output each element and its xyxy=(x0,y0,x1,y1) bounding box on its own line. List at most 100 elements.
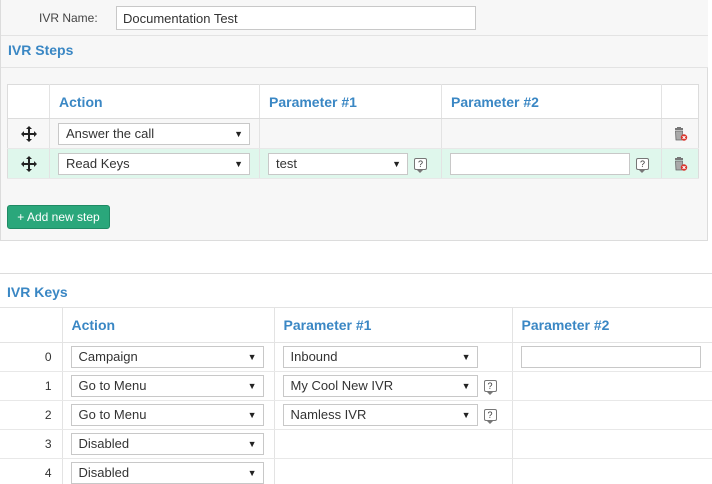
move-arrows-icon[interactable] xyxy=(20,155,38,173)
steps-table: Action Parameter #1 Parameter #2 Answer … xyxy=(7,84,699,179)
keys-section-title: IVR Keys xyxy=(7,284,68,300)
key-action-value: Disabled xyxy=(78,435,130,451)
key-param2-cell xyxy=(512,400,712,430)
key-action-cell: Go to Menu ▼ xyxy=(62,400,275,430)
dropdown-arrow-icon: ▼ xyxy=(247,351,257,362)
help-question-icon[interactable]: ? xyxy=(483,408,497,424)
keys-table: Action Parameter #1 Parameter #2 0 Campa… xyxy=(0,308,712,484)
step-param1-select[interactable]: test ▼ xyxy=(268,152,408,175)
key-param1-value: Namless IVR xyxy=(290,406,367,422)
key-action-select[interactable]: Disabled ▼ xyxy=(70,432,264,455)
key-param1-cell: My Cool New IVR ▼ ? xyxy=(274,371,513,401)
steps-title-bar xyxy=(1,36,708,68)
keys-header-param2: Parameter #2 xyxy=(512,308,712,343)
drag-cell xyxy=(7,148,50,179)
ivr-name-input[interactable] xyxy=(116,6,476,30)
key-action-select[interactable]: Go to Menu ▼ xyxy=(70,403,264,426)
key-param1-cell xyxy=(274,429,513,459)
help-question-icon[interactable]: ? xyxy=(483,379,497,395)
key-number: 0 xyxy=(0,342,63,372)
trash-delete-icon[interactable] xyxy=(672,156,688,172)
step-action-select[interactable]: Answer the call ▼ xyxy=(58,122,250,145)
key-number: 3 xyxy=(0,429,63,459)
keys-header-action: Action xyxy=(62,308,275,343)
key-row: 0 Campaign ▼ Inbound ▼ xyxy=(0,342,712,372)
steps-header-row: Action Parameter #1 Parameter #2 xyxy=(7,84,699,119)
key-param2-cell xyxy=(512,458,712,484)
key-param1-value: My Cool New IVR xyxy=(290,377,394,393)
dropdown-arrow-icon: ▼ xyxy=(461,380,471,391)
help-question-icon[interactable]: ? xyxy=(414,157,427,173)
steps-header-param1: Parameter #1 xyxy=(259,84,442,119)
key-param2-cell xyxy=(512,342,712,372)
key-param1-cell xyxy=(274,458,513,484)
key-action-value: Disabled xyxy=(78,464,130,480)
steps-header-delete xyxy=(661,84,699,119)
steps-header-param2: Parameter #2 xyxy=(441,84,662,119)
step-action-cell: Read Keys ▼ xyxy=(49,148,260,179)
ivr-name-row: IVR Name: xyxy=(1,0,708,36)
keys-header-param1: Parameter #1 xyxy=(274,308,513,343)
key-row: 2 Go to Menu ▼ Namless IVR ▼ ? xyxy=(0,400,712,430)
step-param1-cell: test ▼ ? xyxy=(259,148,442,179)
key-number: 2 xyxy=(0,400,63,430)
step-action-value: Answer the call xyxy=(66,125,155,141)
ivr-name-label: IVR Name: xyxy=(39,11,98,25)
steps-section-title: IVR Steps xyxy=(8,42,74,58)
drag-cell xyxy=(7,118,50,149)
key-param2-input[interactable] xyxy=(520,345,701,368)
step-action-select[interactable]: Read Keys ▼ xyxy=(58,152,250,175)
delete-cell xyxy=(661,118,699,149)
step-row: Read Keys ▼ test ▼ ? ? xyxy=(7,148,699,179)
key-row: 1 Go to Menu ▼ My Cool New IVR ▼ ? xyxy=(0,371,712,401)
key-param2-cell xyxy=(512,429,712,459)
step-param2-cell xyxy=(441,118,662,149)
move-arrows-icon[interactable] xyxy=(20,125,38,143)
ivr-steps-panel: IVR Name: IVR Steps Action Parameter #1 … xyxy=(0,0,708,241)
key-param1-cell: Namless IVR ▼ ? xyxy=(274,400,513,430)
key-action-cell: Campaign ▼ xyxy=(62,342,275,372)
key-param2-cell xyxy=(512,371,712,401)
key-action-select[interactable]: Campaign ▼ xyxy=(70,345,264,368)
key-action-cell: Disabled ▼ xyxy=(62,458,275,484)
step-param1-cell xyxy=(259,118,442,149)
key-param1-select[interactable]: Inbound ▼ xyxy=(282,345,478,368)
add-new-step-button[interactable]: + Add new step xyxy=(7,205,110,229)
dropdown-arrow-icon: ▼ xyxy=(461,409,471,420)
dropdown-arrow-icon: ▼ xyxy=(234,128,243,139)
key-row: 3 Disabled ▼ xyxy=(0,429,712,459)
key-row: 4 Disabled ▼ xyxy=(0,458,712,484)
dropdown-arrow-icon: ▼ xyxy=(461,351,471,362)
key-action-select[interactable]: Disabled ▼ xyxy=(70,461,264,484)
delete-cell xyxy=(661,148,699,179)
dropdown-arrow-icon: ▼ xyxy=(234,158,243,169)
dropdown-arrow-icon: ▼ xyxy=(392,158,401,169)
key-number: 1 xyxy=(0,371,63,401)
step-param2-input[interactable] xyxy=(450,152,630,175)
step-param2-cell: ? xyxy=(441,148,662,179)
key-param1-select[interactable]: Namless IVR ▼ xyxy=(282,403,478,426)
key-number: 4 xyxy=(0,458,63,484)
keys-title-bar xyxy=(0,273,712,308)
help-question-icon[interactable]: ? xyxy=(636,157,649,173)
trash-delete-icon[interactable] xyxy=(672,126,688,142)
key-action-value: Campaign xyxy=(78,348,138,364)
keys-header-row: Action Parameter #1 Parameter #2 xyxy=(0,308,712,343)
key-action-select[interactable]: Go to Menu ▼ xyxy=(70,374,264,397)
steps-header-drag xyxy=(7,84,50,119)
key-param1-select[interactable]: My Cool New IVR ▼ xyxy=(282,374,478,397)
dropdown-arrow-icon: ▼ xyxy=(247,380,257,391)
steps-header-action: Action xyxy=(49,84,260,119)
key-param1-value: Inbound xyxy=(290,348,338,364)
key-action-value: Go to Menu xyxy=(78,406,147,422)
key-action-cell: Disabled ▼ xyxy=(62,429,275,459)
dropdown-arrow-icon: ▼ xyxy=(247,438,257,449)
key-action-cell: Go to Menu ▼ xyxy=(62,371,275,401)
key-param1-cell: Inbound ▼ xyxy=(274,342,513,372)
key-action-value: Go to Menu xyxy=(78,377,147,393)
step-action-value: Read Keys xyxy=(66,155,130,171)
step-row: Answer the call ▼ xyxy=(7,118,699,149)
dropdown-arrow-icon: ▼ xyxy=(247,467,257,478)
step-param1-value: test xyxy=(276,155,297,171)
dropdown-arrow-icon: ▼ xyxy=(247,409,257,420)
